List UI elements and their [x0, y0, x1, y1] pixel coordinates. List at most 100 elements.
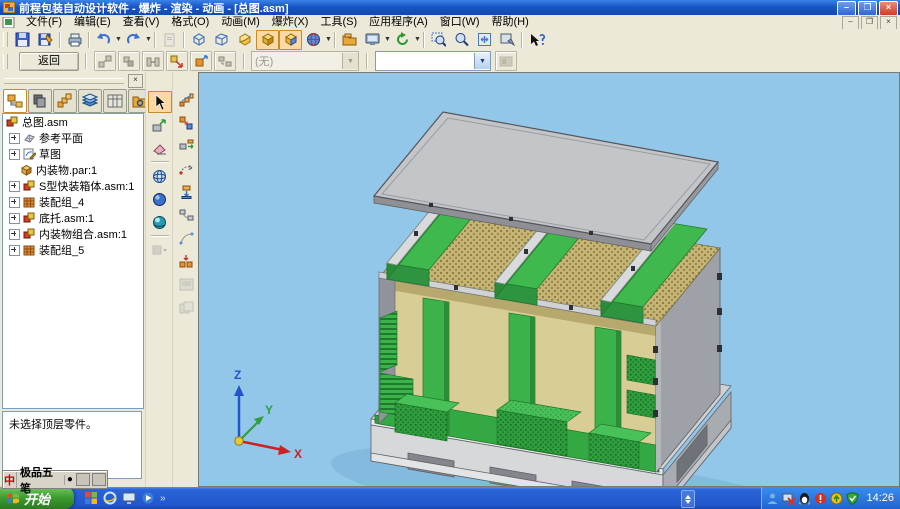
wireframe-sphere-button[interactable]: [148, 165, 172, 187]
expand-icon[interactable]: [9, 149, 20, 160]
tree-row[interactable]: 内装物组合.asm:1: [3, 226, 143, 242]
select-tool-button[interactable]: [148, 91, 172, 113]
tree-row[interactable]: 装配组_4: [3, 194, 143, 210]
minimize-button[interactable]: –: [837, 1, 856, 16]
tree-row[interactable]: 内装物.par:1: [3, 162, 143, 178]
menu-format[interactable]: 格式(O): [165, 15, 215, 29]
menu-file[interactable]: 文件(F): [20, 15, 68, 29]
toolbar-grip[interactable]: [3, 54, 8, 69]
flight-path-button[interactable]: [174, 158, 198, 180]
mdi-restore-button[interactable]: ❐: [861, 16, 878, 30]
modify-explode-button[interactable]: [190, 51, 212, 71]
restore-view-button[interactable]: [174, 296, 198, 318]
collapse-group-button[interactable]: [174, 250, 198, 272]
redo-button[interactable]: [122, 30, 145, 50]
menu-tools[interactable]: 工具(S): [314, 15, 363, 29]
quick-launch-more[interactable]: »: [160, 493, 166, 504]
erase-tool-button[interactable]: [148, 137, 172, 159]
tray-user-icon[interactable]: [766, 492, 779, 505]
taskbar-band-handle[interactable]: [681, 490, 695, 508]
expand-icon[interactable]: [9, 197, 20, 208]
3d-model[interactable]: Z Y X: [199, 73, 899, 486]
menu-view[interactable]: 查看(V): [117, 15, 166, 29]
print-button[interactable]: [63, 30, 86, 50]
tab-sensors[interactable]: [103, 89, 127, 113]
save-button[interactable]: [11, 30, 34, 50]
panel-grip[interactable]: [4, 78, 124, 84]
toolbar-grip[interactable]: [3, 32, 8, 47]
undo-button[interactable]: [92, 30, 115, 50]
previous-view-button[interactable]: [496, 30, 519, 50]
explode-preset-combo[interactable]: (无) ▼: [251, 51, 359, 71]
tree-row[interactable]: 总图.asm: [3, 114, 143, 130]
title-bar[interactable]: 前程包装自动设计软件 - 爆炸 - 渲染 - 动画 - [总图.asm] – ❐…: [0, 0, 900, 15]
restore-button[interactable]: ❐: [858, 1, 877, 16]
display-dropdown[interactable]: ▼: [384, 31, 391, 49]
dimetric-view-button[interactable]: [210, 30, 233, 50]
redo-dropdown[interactable]: ▼: [145, 31, 152, 49]
motion-dropdown[interactable]: ▼: [325, 31, 332, 49]
mdi-minimize-button[interactable]: –: [842, 16, 859, 30]
explode-order-button[interactable]: [174, 112, 198, 134]
refresh-dropdown[interactable]: ▼: [414, 31, 421, 49]
save-as-button[interactable]: [34, 30, 57, 50]
honeycomb-fins[interactable]: [380, 311, 397, 372]
quick-launch-player-icon[interactable]: [141, 491, 155, 505]
tab-family[interactable]: [53, 89, 77, 113]
ime-keyboard-icon[interactable]: [92, 473, 106, 486]
tree-row[interactable]: 参考平面: [3, 130, 143, 146]
menu-explode[interactable]: 爆炸(X): [266, 15, 315, 29]
tray-shield-icon[interactable]: [846, 492, 859, 505]
animation-editor-button[interactable]: [495, 51, 517, 71]
explode-options-button[interactable]: [214, 51, 236, 71]
tab-layers[interactable]: [78, 89, 102, 113]
save-view-button[interactable]: [174, 273, 198, 295]
tray-qq-icon[interactable]: [798, 492, 811, 505]
shaded-sphere-button[interactable]: [148, 188, 172, 210]
tray-alert-icon[interactable]: [814, 492, 827, 505]
drag-explode-button[interactable]: [166, 51, 188, 71]
panel-close-button[interactable]: ×: [128, 74, 143, 88]
whats-this-button[interactable]: [525, 30, 548, 50]
expand-icon[interactable]: [9, 213, 20, 224]
quick-launch-media-icon[interactable]: [84, 491, 98, 505]
zoom-area-button[interactable]: [427, 30, 450, 50]
menu-edit[interactable]: 编辑(E): [68, 15, 117, 29]
explode-mode-button[interactable]: [256, 30, 279, 50]
menu-applications[interactable]: 应用程序(A): [363, 15, 434, 29]
menu-window[interactable]: 窗口(W): [434, 15, 486, 29]
3d-viewport[interactable]: Z Y X: [198, 72, 900, 487]
tray-network-error-icon[interactable]: [782, 492, 795, 505]
tree-row[interactable]: S型快装箱体.asm:1: [3, 178, 143, 194]
unexplode-button[interactable]: [118, 51, 140, 71]
move-part-tool-button[interactable]: [148, 114, 172, 136]
menu-animation[interactable]: 动画(M): [215, 15, 266, 29]
animation-combo[interactable]: ▼: [375, 51, 491, 71]
render-mode-button[interactable]: [279, 30, 302, 50]
tab-library[interactable]: [28, 89, 52, 113]
document-icon[interactable]: [2, 17, 15, 28]
refresh-render-button[interactable]: [391, 30, 414, 50]
display-options-button[interactable]: [361, 30, 384, 50]
close-button[interactable]: ×: [879, 1, 898, 16]
back-button[interactable]: 返回: [19, 52, 79, 71]
explode-sequence-button[interactable]: [174, 89, 198, 111]
reposition-button[interactable]: [174, 135, 198, 157]
iso-view-button[interactable]: [187, 30, 210, 50]
tab-pathfinder[interactable]: [3, 89, 27, 113]
mdi-close-button[interactable]: ×: [880, 16, 897, 30]
ime-mode-dot[interactable]: ●: [64, 475, 75, 485]
auto-explode-button[interactable]: [94, 51, 116, 71]
ime-name[interactable]: 极品五笔: [17, 464, 64, 496]
path-edit-button[interactable]: [174, 227, 198, 249]
zoom-button[interactable]: [450, 30, 473, 50]
more-view-tools-button[interactable]: [148, 239, 172, 261]
expand-icon[interactable]: [9, 133, 20, 144]
quick-launch-ie-icon[interactable]: [103, 491, 117, 505]
paste-button[interactable]: [158, 30, 181, 50]
ime-language-indicator[interactable]: 中: [3, 472, 17, 488]
link-parts-button[interactable]: [174, 204, 198, 226]
tree-row[interactable]: 草图: [3, 146, 143, 162]
render-settings-button[interactable]: [338, 30, 361, 50]
menu-help[interactable]: 帮助(H): [486, 15, 535, 29]
